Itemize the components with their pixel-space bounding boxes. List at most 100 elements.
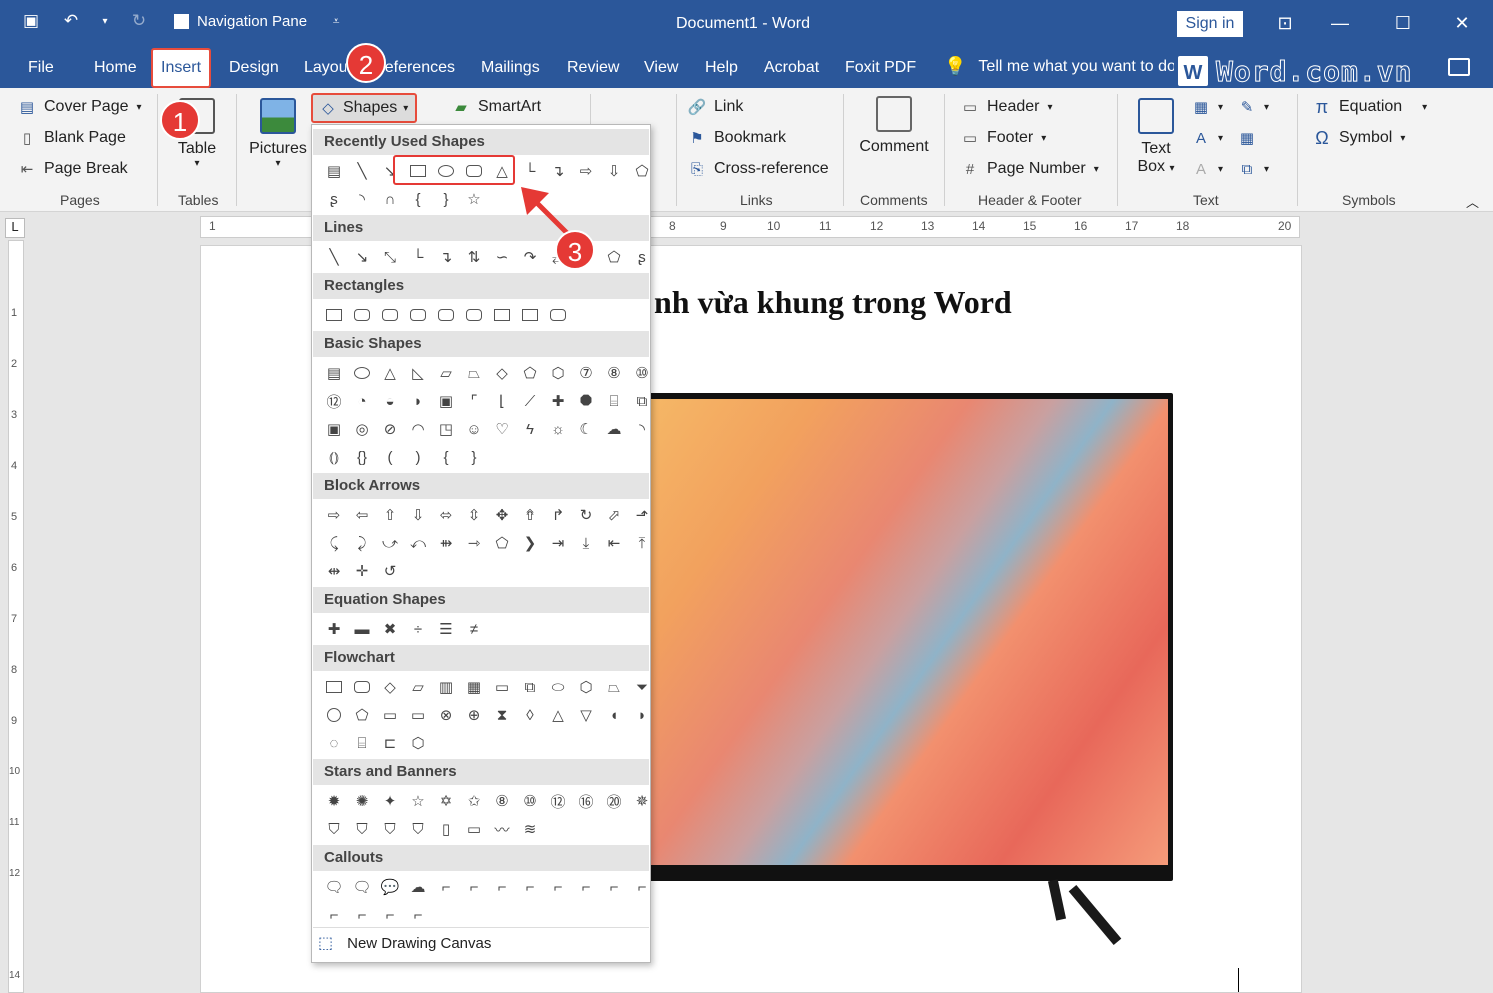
chord-icon[interactable]: ◒ <box>376 387 404 415</box>
cloud-callout-icon[interactable]: ☁ <box>404 873 432 901</box>
redo-icon[interactable]: ↻ <box>128 10 150 32</box>
right-triangle-icon[interactable]: ◺ <box>404 359 432 387</box>
cross-icon[interactable]: ✚ <box>544 387 572 415</box>
flowchart-process-icon[interactable] <box>320 673 348 701</box>
tab-foxit-pdf[interactable]: Foxit PDF <box>837 56 924 86</box>
flowchart-offpage-icon[interactable]: ⬠ <box>348 701 376 729</box>
round-single-corner-icon[interactable] <box>488 301 516 329</box>
quick-parts-button[interactable]: ▦ ▾ <box>1192 98 1223 116</box>
comments-pane-icon[interactable] <box>1448 58 1470 76</box>
rect-callout-icon[interactable]: 🗨 <box>320 873 348 901</box>
u-turn-arrow-icon[interactable]: ↻ <box>572 501 600 529</box>
flowchart-punched-tape-icon[interactable]: ▭ <box>404 701 432 729</box>
navigation-pane-toggle[interactable]: Navigation Pane <box>174 13 307 30</box>
flowchart-manual-operation-icon[interactable]: ⏷ <box>628 673 656 701</box>
flowchart-preparation-icon[interactable]: ⬡ <box>572 673 600 701</box>
ribbon-down-icon[interactable]: ⛉ <box>348 815 376 843</box>
ribbon-up-icon[interactable]: ⛉ <box>320 815 348 843</box>
parallelogram-icon[interactable]: ▱ <box>432 359 460 387</box>
double-arrow-icon[interactable]: ⤡ <box>376 243 404 271</box>
line-callout-2-noborder-icon[interactable]: ⌐ <box>628 873 656 901</box>
rectangle-icon[interactable] <box>320 301 348 329</box>
curved-connector-icon[interactable]: ∽ <box>488 243 516 271</box>
vertical-ruler[interactable]: 1 2 3 4 5 6 7 8 9 10 11 12 14 <box>8 240 24 993</box>
equal-icon[interactable]: ☰ <box>432 615 460 643</box>
flowchart-or-icon[interactable]: ⊕ <box>460 701 488 729</box>
flowchart-merge-icon[interactable]: ▽ <box>572 701 600 729</box>
tab-review[interactable]: Review <box>559 56 627 86</box>
flowchart-extract-icon[interactable]: △ <box>544 701 572 729</box>
plus-icon[interactable]: ✚ <box>320 615 348 643</box>
tab-design[interactable]: Design <box>221 56 287 86</box>
line-callout-1-accent-icon[interactable]: ⌐ <box>516 873 544 901</box>
folded-corner-icon[interactable]: ◳ <box>432 415 460 443</box>
tab-layout[interactable]: Layout <box>296 56 346 86</box>
close-icon[interactable]: ✕ <box>1447 8 1477 38</box>
comment-button[interactable]: Comment <box>858 96 930 156</box>
star-32-icon[interactable]: ✵ <box>628 787 656 815</box>
l-shape-icon[interactable]: ⌊ <box>488 387 516 415</box>
left-up-arrow-icon[interactable]: ⬀ <box>600 501 628 529</box>
rounded-rectangle-icon[interactable] <box>348 301 376 329</box>
tab-home[interactable]: Home <box>86 56 145 86</box>
line-callout-3-noborder-icon[interactable]: ⌐ <box>320 901 348 929</box>
curved-down-arrow-icon[interactable]: ⤺ <box>404 529 432 557</box>
left-brace-shape-icon[interactable]: { <box>404 185 432 213</box>
curved-left-arrow-icon[interactable]: ⤸ <box>348 529 376 557</box>
curve-shape-icon[interactable]: ∩ <box>376 185 404 213</box>
half-frame-icon[interactable]: ⌜ <box>460 387 488 415</box>
text-box-icon[interactable]: ▤ <box>320 359 348 387</box>
horizontal-scroll-icon[interactable]: ▭ <box>460 815 488 843</box>
date-time-button[interactable]: ▦ <box>1238 129 1256 147</box>
striped-right-arrow-icon[interactable]: ⇻ <box>432 529 460 557</box>
curved-up-arrow-icon[interactable]: ⤻ <box>376 529 404 557</box>
not-equal-icon[interactable]: ≠ <box>460 615 488 643</box>
tab-insert[interactable]: Insert <box>151 48 212 88</box>
flowchart-manual-input-icon[interactable]: ⏢ <box>600 673 628 701</box>
left-right-arrow-icon[interactable]: ⬄ <box>432 501 460 529</box>
flowchart-internal-storage-icon[interactable]: ▦ <box>460 673 488 701</box>
right-arrow-callout-icon[interactable]: ⇥ <box>544 529 572 557</box>
down-arrow-callout-icon[interactable]: ⤓ <box>572 529 600 557</box>
cube-icon[interactable]: ⧉ <box>628 387 656 415</box>
curved-ribbon-up-icon[interactable]: ⛉ <box>376 815 404 843</box>
left-brace-icon[interactable]: { <box>432 443 460 471</box>
star-24-icon[interactable]: ⑳ <box>600 787 628 815</box>
dodecagon-icon[interactable]: ⑫ <box>320 387 348 415</box>
bookmark-button[interactable]: ⚑ Bookmark <box>688 129 786 147</box>
snip-single-corner-icon[interactable] <box>376 301 404 329</box>
flowchart-display-icon[interactable]: ⬡ <box>404 729 432 757</box>
block-arc-icon[interactable]: ◠ <box>404 415 432 443</box>
can-icon[interactable]: ⌸ <box>600 387 628 415</box>
diamond-icon[interactable]: ◇ <box>488 359 516 387</box>
star-shape-icon[interactable]: ☆ <box>460 185 488 213</box>
trapezoid-icon[interactable]: ⏢ <box>460 359 488 387</box>
lightning-bolt-icon[interactable]: ϟ <box>516 415 544 443</box>
notched-right-arrow-icon[interactable]: ⇾ <box>460 529 488 557</box>
undo-icon[interactable]: ↶ <box>60 10 82 32</box>
flowchart-connector-icon[interactable] <box>320 701 348 729</box>
collapse-ribbon-icon[interactable]: ︿ <box>1466 192 1479 211</box>
snip-diagonal-icon[interactable] <box>432 301 460 329</box>
page-number-button[interactable]: # Page Number ▾ <box>961 160 1099 178</box>
rounded-rect-callout-icon[interactable]: 🗨 <box>348 873 376 901</box>
star-8-icon[interactable]: ⑧ <box>488 787 516 815</box>
flowchart-sort-icon[interactable]: ◊ <box>516 701 544 729</box>
quad-arrow-callout-icon[interactable]: ✛ <box>348 557 376 585</box>
tab-help[interactable]: Help <box>697 56 746 86</box>
diagonal-stripe-icon[interactable]: ⟋ <box>516 387 544 415</box>
teardrop-icon[interactable]: ◗ <box>404 387 432 415</box>
heart-icon[interactable]: ♡ <box>488 415 516 443</box>
frame-icon[interactable]: ▣ <box>432 387 460 415</box>
line-callout-1-noborder-icon[interactable]: ⌐ <box>600 873 628 901</box>
maximize-icon[interactable]: ☐ <box>1388 8 1418 38</box>
freeform-shape-icon[interactable]: ʂ <box>320 185 348 213</box>
round-same-side-icon[interactable] <box>516 301 544 329</box>
object-button[interactable]: ⧉ ▾ <box>1238 160 1269 178</box>
flowchart-alt-process-icon[interactable] <box>348 673 376 701</box>
star-10-icon[interactable]: ⑩ <box>516 787 544 815</box>
flowchart-terminator-icon[interactable]: ⬭ <box>544 673 572 701</box>
round-diagonal-icon[interactable] <box>544 301 572 329</box>
sign-in-button[interactable]: Sign in <box>1177 11 1243 37</box>
arrow-icon[interactable]: ↘ <box>348 243 376 271</box>
